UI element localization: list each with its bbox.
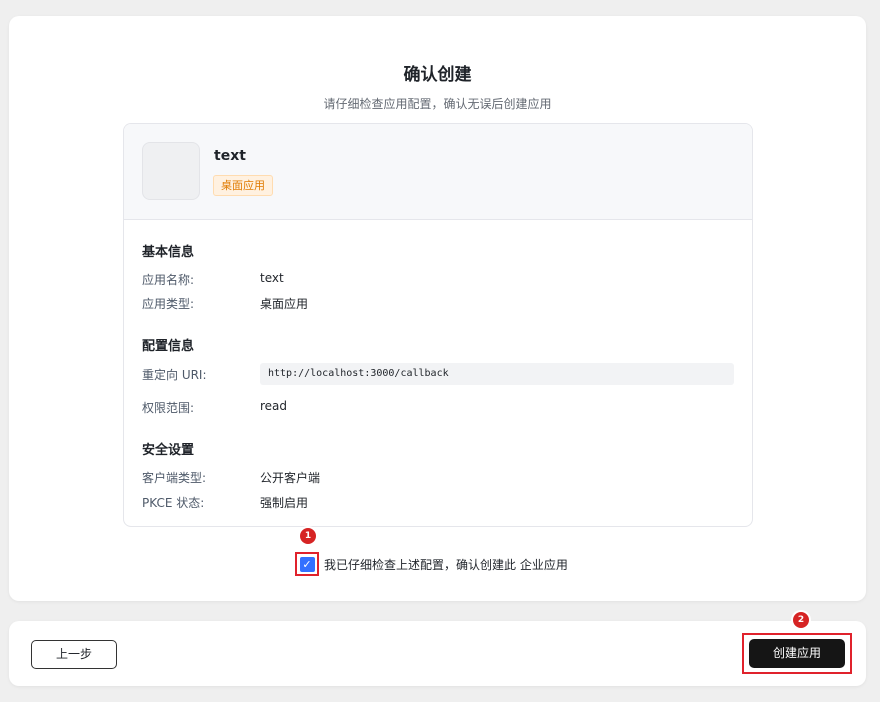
app-type-value: 桌面应用 xyxy=(260,297,309,311)
confirm-checkbox[interactable]: ✓ xyxy=(299,556,315,572)
pkce-status-label: PKCE 状态: xyxy=(142,496,205,510)
confirm-text[interactable]: 我已仔细检查上述配置，确认创建此 企业应用 xyxy=(324,556,568,573)
app-name: text xyxy=(214,148,246,164)
app-type-badge: 桌面应用 xyxy=(213,175,273,196)
scope-value: read xyxy=(260,399,288,413)
app-name-value: text xyxy=(260,271,284,285)
client-type-value: 公开客户端 xyxy=(260,471,321,485)
step-marker-2: 2 xyxy=(793,612,809,628)
page-subtitle: 请仔细检查应用配置，确认无误后创建应用 xyxy=(323,97,552,111)
app-type-label: 应用类型: xyxy=(142,297,195,311)
create-app-button[interactable]: 创建应用 xyxy=(749,639,845,668)
client-type-label: 客户端类型: xyxy=(142,471,207,485)
create-button-highlight: 创建应用 xyxy=(742,633,852,674)
app-name-label: 应用名称: xyxy=(142,273,195,287)
checkbox-highlight: ✓ xyxy=(295,552,319,576)
section-config-info-title: 配置信息 xyxy=(142,339,195,354)
section-security-title: 安全设置 xyxy=(142,443,195,458)
prev-step-button[interactable]: 上一步 xyxy=(31,640,117,669)
redirect-uri-label: 重定向 URI: xyxy=(142,368,207,382)
app-summary-panel: text 桌面应用 基本信息 应用名称: text 应用类型: 桌面应用 配置信… xyxy=(123,123,753,527)
app-icon-placeholder xyxy=(142,142,200,200)
scope-label: 权限范围: xyxy=(142,401,195,415)
page-title: 确认创建 xyxy=(403,65,472,85)
step-marker-1: 1 xyxy=(300,528,316,544)
confirm-checkbox-row[interactable]: ✓ 我已仔细检查上述配置，确认创建此 企业应用 xyxy=(295,551,568,577)
footer-bar: 上一步 创建应用 xyxy=(9,621,866,686)
section-basic-info-title: 基本信息 xyxy=(142,245,195,260)
confirm-card: 确认创建 请仔细检查应用配置，确认无误后创建应用 text 桌面应用 基本信息 … xyxy=(9,16,866,601)
pkce-status-value: 强制启用 xyxy=(260,496,309,510)
check-icon: ✓ xyxy=(302,557,312,571)
app-summary-header: text 桌面应用 xyxy=(124,124,752,220)
redirect-uri-value: http://localhost:3000/callback xyxy=(260,363,734,385)
